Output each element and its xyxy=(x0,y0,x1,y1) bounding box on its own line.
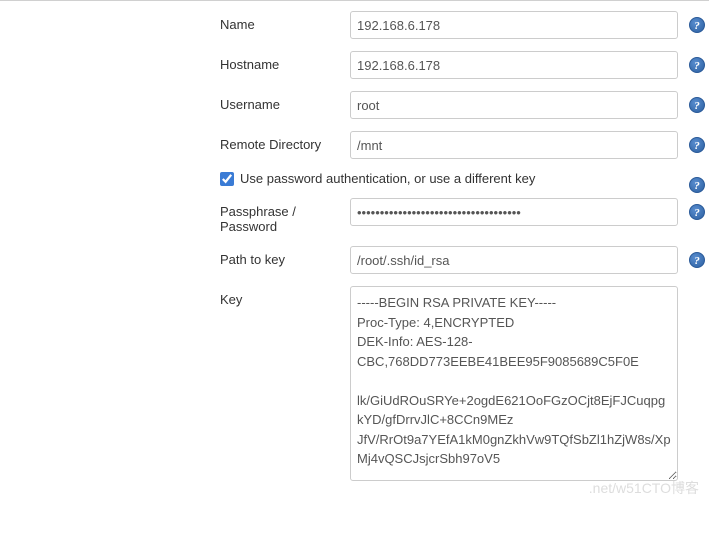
input-remote-directory[interactable] xyxy=(350,131,678,159)
row-use-password-auth: Use password authentication, or use a di… xyxy=(0,171,709,186)
help-icon[interactable]: ? xyxy=(689,252,705,268)
help-icon[interactable]: ? xyxy=(689,177,705,193)
row-remote-directory: Remote Directory ? xyxy=(0,131,709,159)
help-icon[interactable]: ? xyxy=(689,97,705,113)
row-hostname: Hostname ? xyxy=(0,51,709,79)
input-path-to-key[interactable] xyxy=(350,246,678,274)
help-icon[interactable]: ? xyxy=(689,204,705,220)
row-name: Name ? xyxy=(0,11,709,39)
checkbox-use-password-auth[interactable] xyxy=(220,172,234,186)
textarea-key[interactable] xyxy=(350,286,678,481)
help-icon[interactable]: ? xyxy=(689,17,705,33)
row-passphrase: Passphrase / Password ? xyxy=(0,198,709,234)
input-passphrase[interactable] xyxy=(350,198,678,226)
label-use-password-auth: Use password authentication, or use a di… xyxy=(240,171,535,186)
label-key: Key xyxy=(0,286,350,307)
label-username: Username xyxy=(0,91,350,112)
help-icon[interactable]: ? xyxy=(689,57,705,73)
label-remote-directory: Remote Directory xyxy=(0,131,350,152)
label-passphrase: Passphrase / Password xyxy=(0,198,350,234)
input-username[interactable] xyxy=(350,91,678,119)
input-name[interactable] xyxy=(350,11,678,39)
help-icon[interactable]: ? xyxy=(689,137,705,153)
label-hostname: Hostname xyxy=(0,51,350,72)
input-hostname[interactable] xyxy=(350,51,678,79)
ssh-server-form: Name ? Hostname ? Username ? Remote Dire… xyxy=(0,1,709,506)
label-path-to-key: Path to key xyxy=(0,246,350,267)
row-key: Key xyxy=(0,286,709,484)
row-path-to-key: Path to key ? xyxy=(0,246,709,274)
row-username: Username ? xyxy=(0,91,709,119)
label-name: Name xyxy=(0,11,350,32)
